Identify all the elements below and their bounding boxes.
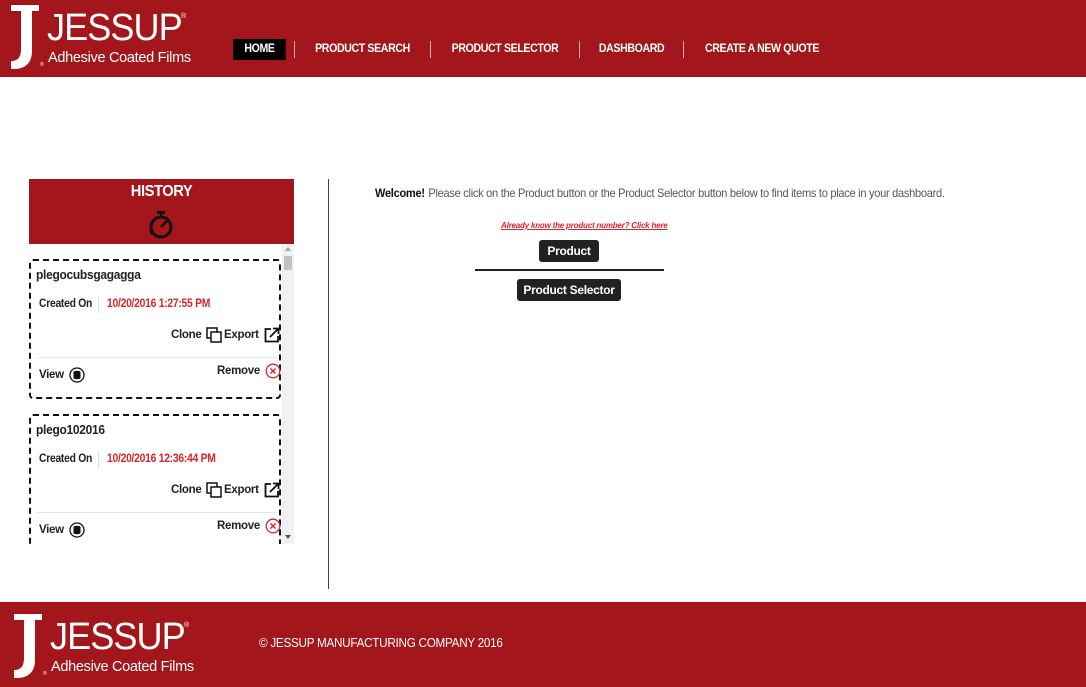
clone-button[interactable]: Clone xyxy=(171,482,223,498)
nav-dashboard[interactable]: DASHBOARD xyxy=(584,39,679,60)
export-button[interactable]: Export xyxy=(224,482,280,498)
history-item-name: plegocubsgagagga xyxy=(36,267,141,282)
welcome-text: Please click on the Product button or th… xyxy=(428,186,945,200)
clone-label: Clone xyxy=(171,484,202,496)
created-separator xyxy=(98,452,99,468)
created-separator xyxy=(98,297,99,313)
copy-icon xyxy=(206,482,223,498)
database-icon xyxy=(69,522,85,538)
card-divider xyxy=(37,512,277,513)
history-list[interactable]: plegocubsgagagga Created On 10/20/2016 1… xyxy=(29,244,294,544)
brand-tagline: Adhesive Coated Films xyxy=(48,50,191,66)
nav-separator xyxy=(683,41,685,58)
brand-wordmark: JESSUP xyxy=(50,616,186,658)
history-item-name: plego102016 xyxy=(36,422,105,437)
site-header: JESSUP ® Adhesive Coated Films ® HOME PR… xyxy=(0,0,1086,77)
nav-separator xyxy=(579,41,580,58)
registered-mark: ® xyxy=(184,622,190,629)
registered-mark: ® xyxy=(181,13,187,20)
stopwatch-icon xyxy=(149,211,173,239)
remove-label: Remove xyxy=(217,520,260,532)
view-label: View xyxy=(39,524,64,536)
remove-label: Remove xyxy=(217,365,260,377)
created-on-value: 10/20/2016 12:36:44 PM xyxy=(107,453,216,465)
main-divider xyxy=(475,269,664,271)
site-footer: JESSUP ® Adhesive Coated Films ® © JESSU… xyxy=(0,602,1086,687)
main-nav: HOME PRODUCT SEARCH PRODUCT SELECTOR DAS… xyxy=(231,39,840,60)
close-circle-icon xyxy=(265,363,281,379)
copy-icon xyxy=(206,327,223,343)
history-card: plego102016 Created On 10/20/2016 12:36:… xyxy=(29,414,281,544)
view-label: View xyxy=(39,369,64,381)
panel-divider xyxy=(328,179,329,589)
external-link-icon xyxy=(264,482,280,498)
clone-label: Clone xyxy=(171,329,202,341)
welcome-heading: Welcome! xyxy=(375,186,425,200)
card-divider xyxy=(37,357,277,358)
history-scrollbar[interactable] xyxy=(282,244,294,544)
view-button[interactable]: View xyxy=(39,522,85,538)
remove-button[interactable]: Remove xyxy=(217,363,281,379)
export-label: Export xyxy=(224,329,259,341)
jessup-j-logo-icon xyxy=(14,614,42,678)
scroll-down-arrow-icon[interactable] xyxy=(282,532,294,542)
nav-product-search[interactable]: PRODUCT SEARCH xyxy=(300,39,424,60)
product-selector-button[interactable]: Product Selector xyxy=(517,279,621,301)
remove-button[interactable]: Remove xyxy=(217,518,281,534)
copyright-text: © JESSUP MANUFACTURING COMPANY 2016 xyxy=(259,635,503,650)
product-button[interactable]: Product xyxy=(539,240,599,262)
close-circle-icon xyxy=(265,518,281,534)
registered-mark-small: ® xyxy=(40,62,44,68)
external-link-icon xyxy=(264,327,280,343)
created-on-label: Created On xyxy=(39,298,93,310)
footer-logo[interactable]: JESSUP ® Adhesive Coated Films ® xyxy=(12,614,202,680)
welcome-message: Welcome! Please click on the Product butt… xyxy=(375,186,945,200)
created-on-value: 10/20/2016 1:27:55 PM xyxy=(107,298,211,310)
brand-wordmark: JESSUP xyxy=(47,7,183,49)
scroll-up-arrow-icon[interactable] xyxy=(282,244,294,254)
export-button[interactable]: Export xyxy=(224,327,280,343)
registered-mark-small: ® xyxy=(43,671,47,677)
history-panel: HISTORY plegocubsgagagga Created On 10/2… xyxy=(29,179,294,544)
scrollbar-thumb[interactable] xyxy=(284,256,292,270)
export-label: Export xyxy=(224,484,259,496)
history-card: plegocubsgagagga Created On 10/20/2016 1… xyxy=(29,259,281,399)
database-icon xyxy=(69,367,85,383)
nav-product-selector[interactable]: PRODUCT SELECTOR xyxy=(437,39,573,60)
jessup-j-logo-icon xyxy=(11,5,39,69)
nav-create-quote[interactable]: CREATE A NEW QUOTE xyxy=(690,39,834,60)
brand-tagline: Adhesive Coated Films xyxy=(51,659,194,675)
history-title: HISTORY xyxy=(130,183,193,200)
nav-home[interactable]: HOME xyxy=(233,39,286,60)
view-button[interactable]: View xyxy=(39,367,85,383)
nav-separator xyxy=(293,41,295,58)
product-number-link[interactable]: Already know the product number? Click h… xyxy=(501,221,668,230)
header-logo[interactable]: JESSUP ® Adhesive Coated Films ® xyxy=(9,5,199,71)
created-on-label: Created On xyxy=(39,453,93,465)
history-header: HISTORY xyxy=(29,179,294,244)
nav-separator xyxy=(429,41,431,58)
clone-button[interactable]: Clone xyxy=(171,327,223,343)
